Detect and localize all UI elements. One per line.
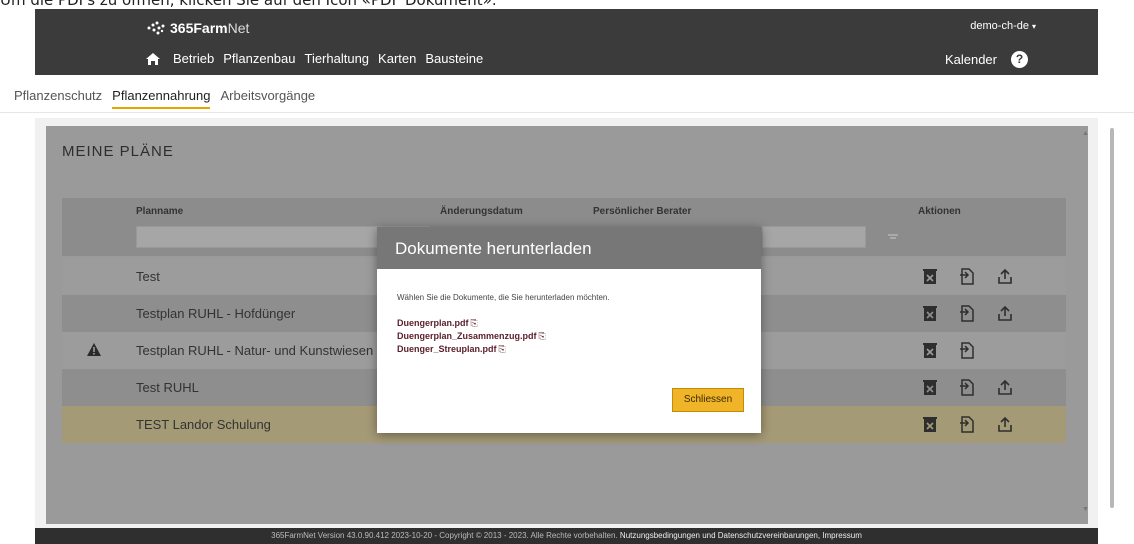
document-name: Duengerplan_Zusammenzug.pdf bbox=[397, 331, 537, 341]
warning-icon bbox=[87, 343, 101, 356]
upload-icon[interactable] bbox=[997, 305, 1013, 322]
dialog-title: Dokumente herunterladen bbox=[377, 227, 761, 269]
pdf-document-icon[interactable] bbox=[959, 416, 975, 433]
column-header-planname[interactable]: Planname bbox=[136, 206, 183, 217]
document-link[interactable]: Duenger_Streuplan.pdf ⎘ bbox=[397, 344, 761, 357]
top-bar: 365Farm Net demo-ch-de ▾ Betrieb Pflanzenb… bbox=[35, 9, 1098, 75]
main-nav: Betrieb Pflanzenbau Tierhaltung Karten B… bbox=[145, 51, 492, 66]
home-icon[interactable] bbox=[145, 52, 161, 66]
sub-tabs: Pflanzenschutz Pflanzennahrung Arbeitsvo… bbox=[14, 88, 325, 109]
upload-icon[interactable] bbox=[997, 416, 1013, 433]
external-link-icon: ⎘ bbox=[498, 344, 506, 354]
dialog-text: Wählen Sie die Dokumente, die Sie herunt… bbox=[397, 293, 610, 302]
vertical-scrollbar[interactable] bbox=[1107, 118, 1117, 526]
nav-item-bausteine[interactable]: Bausteine bbox=[425, 51, 483, 66]
plan-name: Testplan RUHL - Natur- und Kunstwiesen bbox=[136, 343, 374, 358]
document-list: Duengerplan.pdf ⎘ Duengerplan_Zusammenzug… bbox=[397, 318, 761, 357]
user-menu[interactable]: demo-ch-de ▾ bbox=[970, 20, 1036, 32]
right-nav: Kalender ? bbox=[945, 51, 1028, 68]
delete-icon[interactable] bbox=[922, 268, 938, 285]
column-header-advisor[interactable]: Persönlicher Berater bbox=[593, 206, 691, 217]
nav-item-pflanzenbau[interactable]: Pflanzenbau bbox=[223, 51, 295, 66]
footer-links[interactable]: Nutzungsbedingungen und Datenschutzverei… bbox=[620, 531, 862, 540]
external-link-icon: ⎘ bbox=[538, 331, 546, 341]
document-name: Duenger_Streuplan.pdf bbox=[397, 344, 497, 354]
upload-icon[interactable] bbox=[997, 268, 1013, 285]
dialog-body: Wählen Sie die Dokumente, die Sie herunt… bbox=[377, 269, 761, 357]
plan-name: Test RUHL bbox=[136, 380, 199, 395]
filter-input-advisor[interactable] bbox=[762, 226, 866, 248]
help-icon[interactable]: ? bbox=[1011, 51, 1028, 68]
brand-name-thin: Net bbox=[227, 20, 250, 36]
tab-pflanzennahrung[interactable]: Pflanzennahrung bbox=[112, 88, 211, 109]
pdf-document-icon[interactable] bbox=[959, 268, 975, 285]
pdf-document-icon[interactable] bbox=[959, 379, 975, 396]
upload-icon[interactable] bbox=[997, 379, 1013, 396]
external-link-icon: ⎘ bbox=[470, 318, 478, 328]
close-button[interactable]: Schliessen bbox=[672, 388, 744, 412]
nav-item-betrieb[interactable]: Betrieb bbox=[173, 51, 214, 66]
scroll-up-arrow-icon[interactable]: ▲ bbox=[1082, 130, 1089, 137]
tab-pflanzenschutz[interactable]: Pflanzenschutz bbox=[14, 88, 102, 109]
tab-arbeitsvorgaenge[interactable]: Arbeitsvorgänge bbox=[220, 88, 315, 109]
nav-item-karten[interactable]: Karten bbox=[378, 51, 416, 66]
delete-icon[interactable] bbox=[922, 416, 938, 433]
plan-name: Test bbox=[136, 269, 160, 284]
delete-icon[interactable] bbox=[922, 342, 938, 359]
user-name: demo-ch-de bbox=[970, 20, 1029, 32]
pdf-document-icon[interactable] bbox=[959, 305, 975, 322]
calendar-link[interactable]: Kalender bbox=[945, 52, 997, 67]
document-link[interactable]: Duengerplan.pdf ⎘ bbox=[397, 318, 761, 331]
pdf-document-icon[interactable] bbox=[959, 342, 975, 359]
caret-down-icon: ▾ bbox=[1031, 22, 1036, 31]
column-header-changed[interactable]: Änderungsdatum bbox=[440, 206, 523, 217]
plan-name: TEST Landor Schulung bbox=[136, 417, 271, 432]
footer-text: 365FarmNet Version 43.0.90.412 2023-10-2… bbox=[271, 531, 618, 540]
brand-logo[interactable]: 365Farm Net bbox=[145, 19, 249, 37]
instruction-text: Um die PDFs zu öffnen, klicken Sie auf d… bbox=[0, 0, 497, 9]
delete-icon[interactable] bbox=[922, 305, 938, 322]
column-header-actions: Aktionen bbox=[918, 206, 961, 217]
document-link[interactable]: Duengerplan_Zusammenzug.pdf ⎘ bbox=[397, 331, 761, 344]
document-name: Duengerplan.pdf bbox=[397, 318, 469, 328]
panel-title: MEINE PLÄNE bbox=[62, 143, 174, 160]
farm-logo-icon bbox=[147, 21, 165, 35]
scrollbar-thumb[interactable] bbox=[1110, 128, 1114, 508]
download-documents-dialog: Dokumente herunterladen Wählen Sie die D… bbox=[377, 227, 761, 433]
delete-icon[interactable] bbox=[922, 379, 938, 396]
filter-icon[interactable] bbox=[887, 232, 899, 242]
nav-item-tierhaltung[interactable]: Tierhaltung bbox=[304, 51, 369, 66]
scroll-down-arrow-icon[interactable]: ▼ bbox=[1082, 506, 1089, 513]
footer: 365FarmNet Version 43.0.90.412 2023-10-2… bbox=[35, 528, 1098, 544]
plan-name: Testplan RUHL - Hofdünger bbox=[136, 306, 296, 321]
brand-name-bold: 365Farm bbox=[170, 20, 228, 36]
tabs-divider bbox=[0, 112, 1134, 113]
